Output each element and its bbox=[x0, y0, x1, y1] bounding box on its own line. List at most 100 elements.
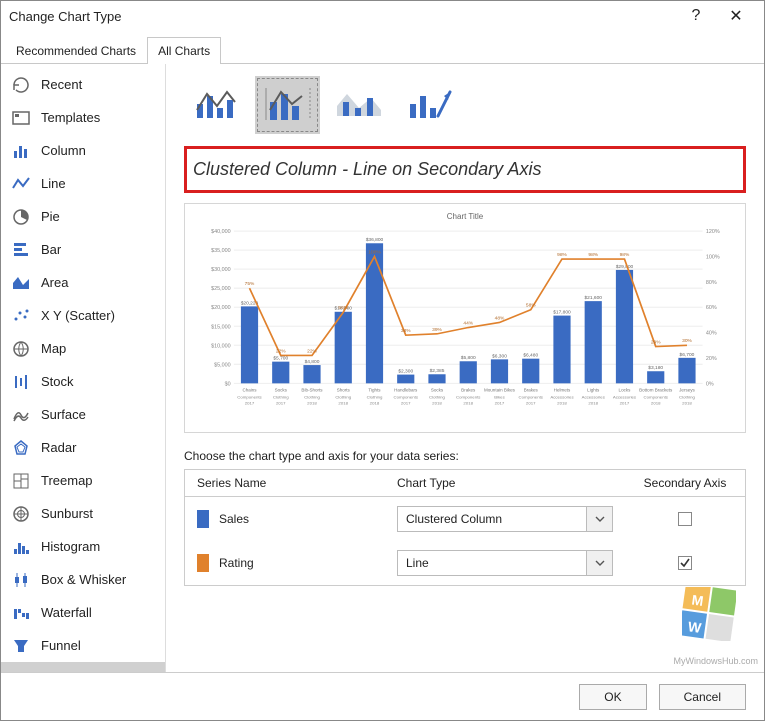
sidebar-item-label: Column bbox=[41, 143, 86, 158]
sidebar-item-histogram[interactable]: Histogram bbox=[1, 530, 165, 563]
sidebar-item-line[interactable]: Line bbox=[1, 167, 165, 200]
sidebar-item-treemap[interactable]: Treemap bbox=[1, 464, 165, 497]
svg-text:100%: 100% bbox=[706, 255, 720, 261]
svg-text:98%: 98% bbox=[557, 252, 568, 257]
svg-text:Clothing: Clothing bbox=[367, 395, 384, 400]
svg-text:$5,700: $5,700 bbox=[273, 356, 288, 361]
sidebar-item-bar[interactable]: Bar bbox=[1, 233, 165, 266]
subtype-clustered-column-line[interactable] bbox=[184, 76, 249, 134]
chart-category-list: Recent Templates Column Line Pie BarArea X Y (… bbox=[1, 64, 166, 672]
svg-text:Accessories: Accessories bbox=[613, 395, 636, 400]
secondary-axis-checkbox[interactable] bbox=[678, 556, 692, 570]
svg-text:Tights: Tights bbox=[368, 388, 381, 393]
svg-text:$3,180: $3,180 bbox=[648, 365, 663, 370]
sidebar-item-boxwhisker[interactable]: Box & Whisker bbox=[1, 563, 165, 596]
tab-strip: Recommended Charts All Charts bbox=[1, 37, 764, 64]
svg-text:0%: 0% bbox=[706, 381, 714, 387]
sunburst-icon bbox=[11, 504, 31, 524]
svg-text:$17,800: $17,800 bbox=[553, 310, 571, 315]
funnel-icon bbox=[11, 636, 31, 656]
svg-text:Clothing: Clothing bbox=[679, 395, 696, 400]
sidebar-item-recent[interactable]: Recent bbox=[1, 68, 165, 101]
close-button[interactable]: ✕ bbox=[716, 1, 756, 31]
svg-text:$6,480: $6,480 bbox=[523, 353, 538, 358]
subtype-title: Clustered Column - Line on Secondary Axi… bbox=[193, 159, 542, 179]
svg-text:$36,800: $36,800 bbox=[366, 237, 384, 242]
histogram-icon bbox=[11, 537, 31, 557]
svg-text:98%: 98% bbox=[620, 252, 631, 257]
svg-text:80%: 80% bbox=[706, 280, 717, 286]
sidebar-item-funnel[interactable]: Funnel bbox=[1, 629, 165, 662]
sidebar-item-column[interactable]: Column bbox=[1, 134, 165, 167]
tab-recommended[interactable]: Recommended Charts bbox=[5, 37, 147, 64]
secondary-axis-checkbox[interactable] bbox=[678, 512, 692, 526]
svg-text:Clothing: Clothing bbox=[429, 395, 446, 400]
subtype-custom-combo[interactable] bbox=[397, 76, 462, 134]
sidebar-item-label: Histogram bbox=[41, 539, 100, 554]
sidebar-item-surface[interactable]: Surface bbox=[1, 398, 165, 431]
dialog-title: Change Chart Type bbox=[9, 9, 676, 24]
ok-button[interactable]: OK bbox=[579, 684, 646, 710]
sidebar-item-label: X Y (Scatter) bbox=[41, 308, 115, 323]
svg-text:Socks: Socks bbox=[431, 388, 444, 393]
svg-text:2017: 2017 bbox=[495, 401, 505, 406]
sidebar-item-stock[interactable]: Stock bbox=[1, 365, 165, 398]
sidebar-item-waterfall[interactable]: Waterfall bbox=[1, 596, 165, 629]
sidebar-item-xy[interactable]: X Y (Scatter) bbox=[1, 299, 165, 332]
svg-text:2017: 2017 bbox=[276, 401, 286, 406]
sidebar-item-sunburst[interactable]: Sunburst bbox=[1, 497, 165, 530]
subtype-clustered-column-line-secondary[interactable] bbox=[255, 76, 320, 134]
svg-text:58%: 58% bbox=[526, 303, 537, 308]
sidebar-item-combo[interactable]: Combo bbox=[1, 662, 165, 672]
subtype-stacked-area-column[interactable] bbox=[326, 76, 391, 134]
help-button[interactable]: ? bbox=[676, 1, 716, 31]
cancel-button[interactable]: Cancel bbox=[659, 684, 746, 710]
sidebar-item-pie[interactable]: Pie bbox=[1, 200, 165, 233]
change-chart-type-dialog: Change Chart Type ? ✕ Recommended Charts… bbox=[0, 0, 765, 721]
series-section-header: Choose the chart type and axis for your … bbox=[184, 449, 746, 463]
dialog-footer: OK Cancel bbox=[1, 672, 764, 720]
surface-icon bbox=[11, 405, 31, 425]
svg-text:75%: 75% bbox=[245, 281, 256, 286]
chart-preview-title: Chart Title bbox=[195, 212, 735, 221]
svg-text:22%: 22% bbox=[307, 349, 318, 354]
svg-text:2017: 2017 bbox=[526, 401, 536, 406]
svg-text:$4,800: $4,800 bbox=[305, 359, 320, 364]
stock-icon bbox=[11, 372, 31, 392]
svg-text:Accessories: Accessories bbox=[582, 395, 605, 400]
sidebar-item-templates[interactable]: Templates bbox=[1, 101, 165, 134]
col-secondary-axis: Secondary Axis bbox=[625, 470, 745, 496]
area-icon bbox=[11, 273, 31, 293]
svg-text:2018: 2018 bbox=[651, 401, 661, 406]
sidebar-item-label: Recent bbox=[41, 77, 82, 92]
pie-icon bbox=[11, 207, 31, 227]
sidebar-item-label: Waterfall bbox=[41, 605, 92, 620]
chart-preview[interactable]: Chart Title $0$5,000$10,000$15,000$20,00… bbox=[184, 203, 746, 433]
chevron-down-icon bbox=[586, 507, 612, 531]
svg-text:2018: 2018 bbox=[588, 401, 598, 406]
col-chart-type: Chart Type bbox=[385, 470, 625, 496]
sidebar-item-map[interactable]: Map bbox=[1, 332, 165, 365]
series-name-label: Rating bbox=[219, 556, 254, 570]
watermark-text: MyWindowsHub.com bbox=[673, 656, 758, 666]
svg-text:Brakes: Brakes bbox=[461, 388, 476, 393]
svg-text:Jerseys: Jerseys bbox=[679, 388, 695, 393]
sidebar-item-radar[interactable]: Radar bbox=[1, 431, 165, 464]
series-swatch bbox=[197, 510, 209, 528]
svg-text:48%: 48% bbox=[495, 316, 506, 321]
svg-text:$20,000: $20,000 bbox=[211, 305, 231, 311]
sidebar-item-label: Line bbox=[41, 176, 66, 191]
svg-text:$5,000: $5,000 bbox=[214, 362, 231, 368]
svg-text:Bikes: Bikes bbox=[494, 395, 505, 400]
svg-text:W: W bbox=[687, 618, 703, 636]
series-type-select[interactable]: Line bbox=[397, 550, 613, 576]
series-type-select[interactable]: Clustered Column bbox=[397, 506, 613, 532]
sidebar-item-label: Pie bbox=[41, 209, 60, 224]
svg-text:$21,600: $21,600 bbox=[584, 295, 602, 300]
series-grid: Series Name Chart Type Secondary Axis Sa… bbox=[184, 469, 746, 586]
svg-text:Mountain Bikes: Mountain Bikes bbox=[484, 388, 516, 393]
svg-text:2018: 2018 bbox=[463, 401, 473, 406]
sidebar-item-area[interactable]: Area bbox=[1, 266, 165, 299]
tab-all-charts[interactable]: All Charts bbox=[147, 37, 221, 64]
svg-text:120%: 120% bbox=[706, 229, 720, 235]
